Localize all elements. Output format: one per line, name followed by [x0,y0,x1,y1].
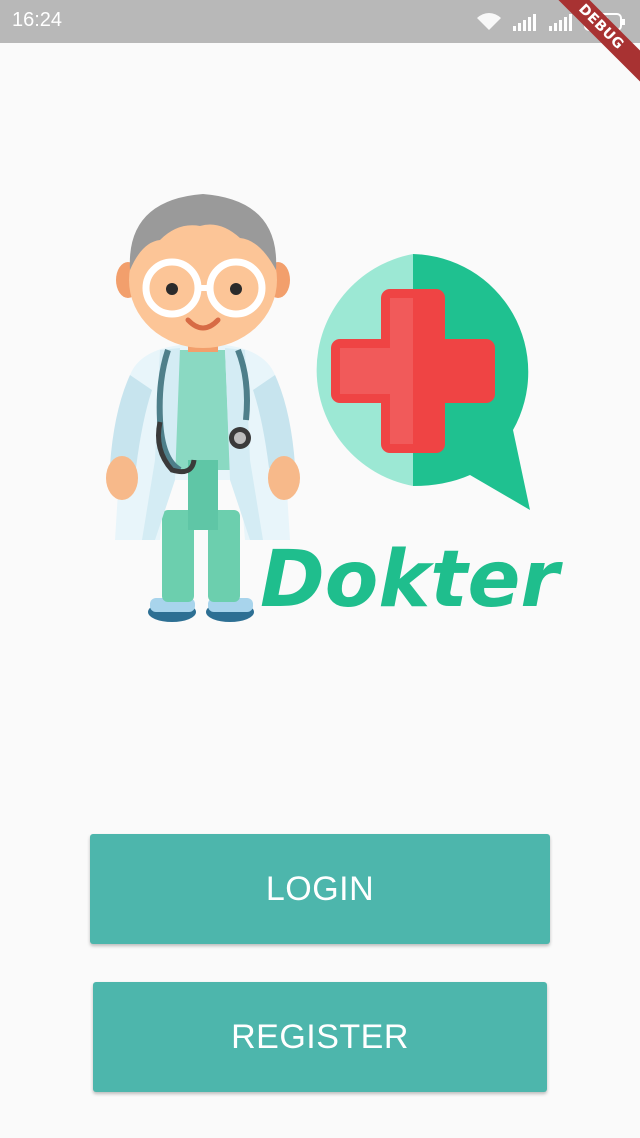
debug-label: DEBUG [540,0,640,88]
chat-bubble-cross-icon [316,254,530,510]
app-logo: Dokter [100,180,559,640]
wifi-icon [477,13,501,30]
status-time: 16:24 [12,9,63,31]
app-logo-text: Dokter [260,535,559,625]
register-button[interactable]: REGISTER [93,982,547,1092]
debug-banner: DEBUG [530,0,640,110]
login-button[interactable]: LOGIN [90,834,550,944]
